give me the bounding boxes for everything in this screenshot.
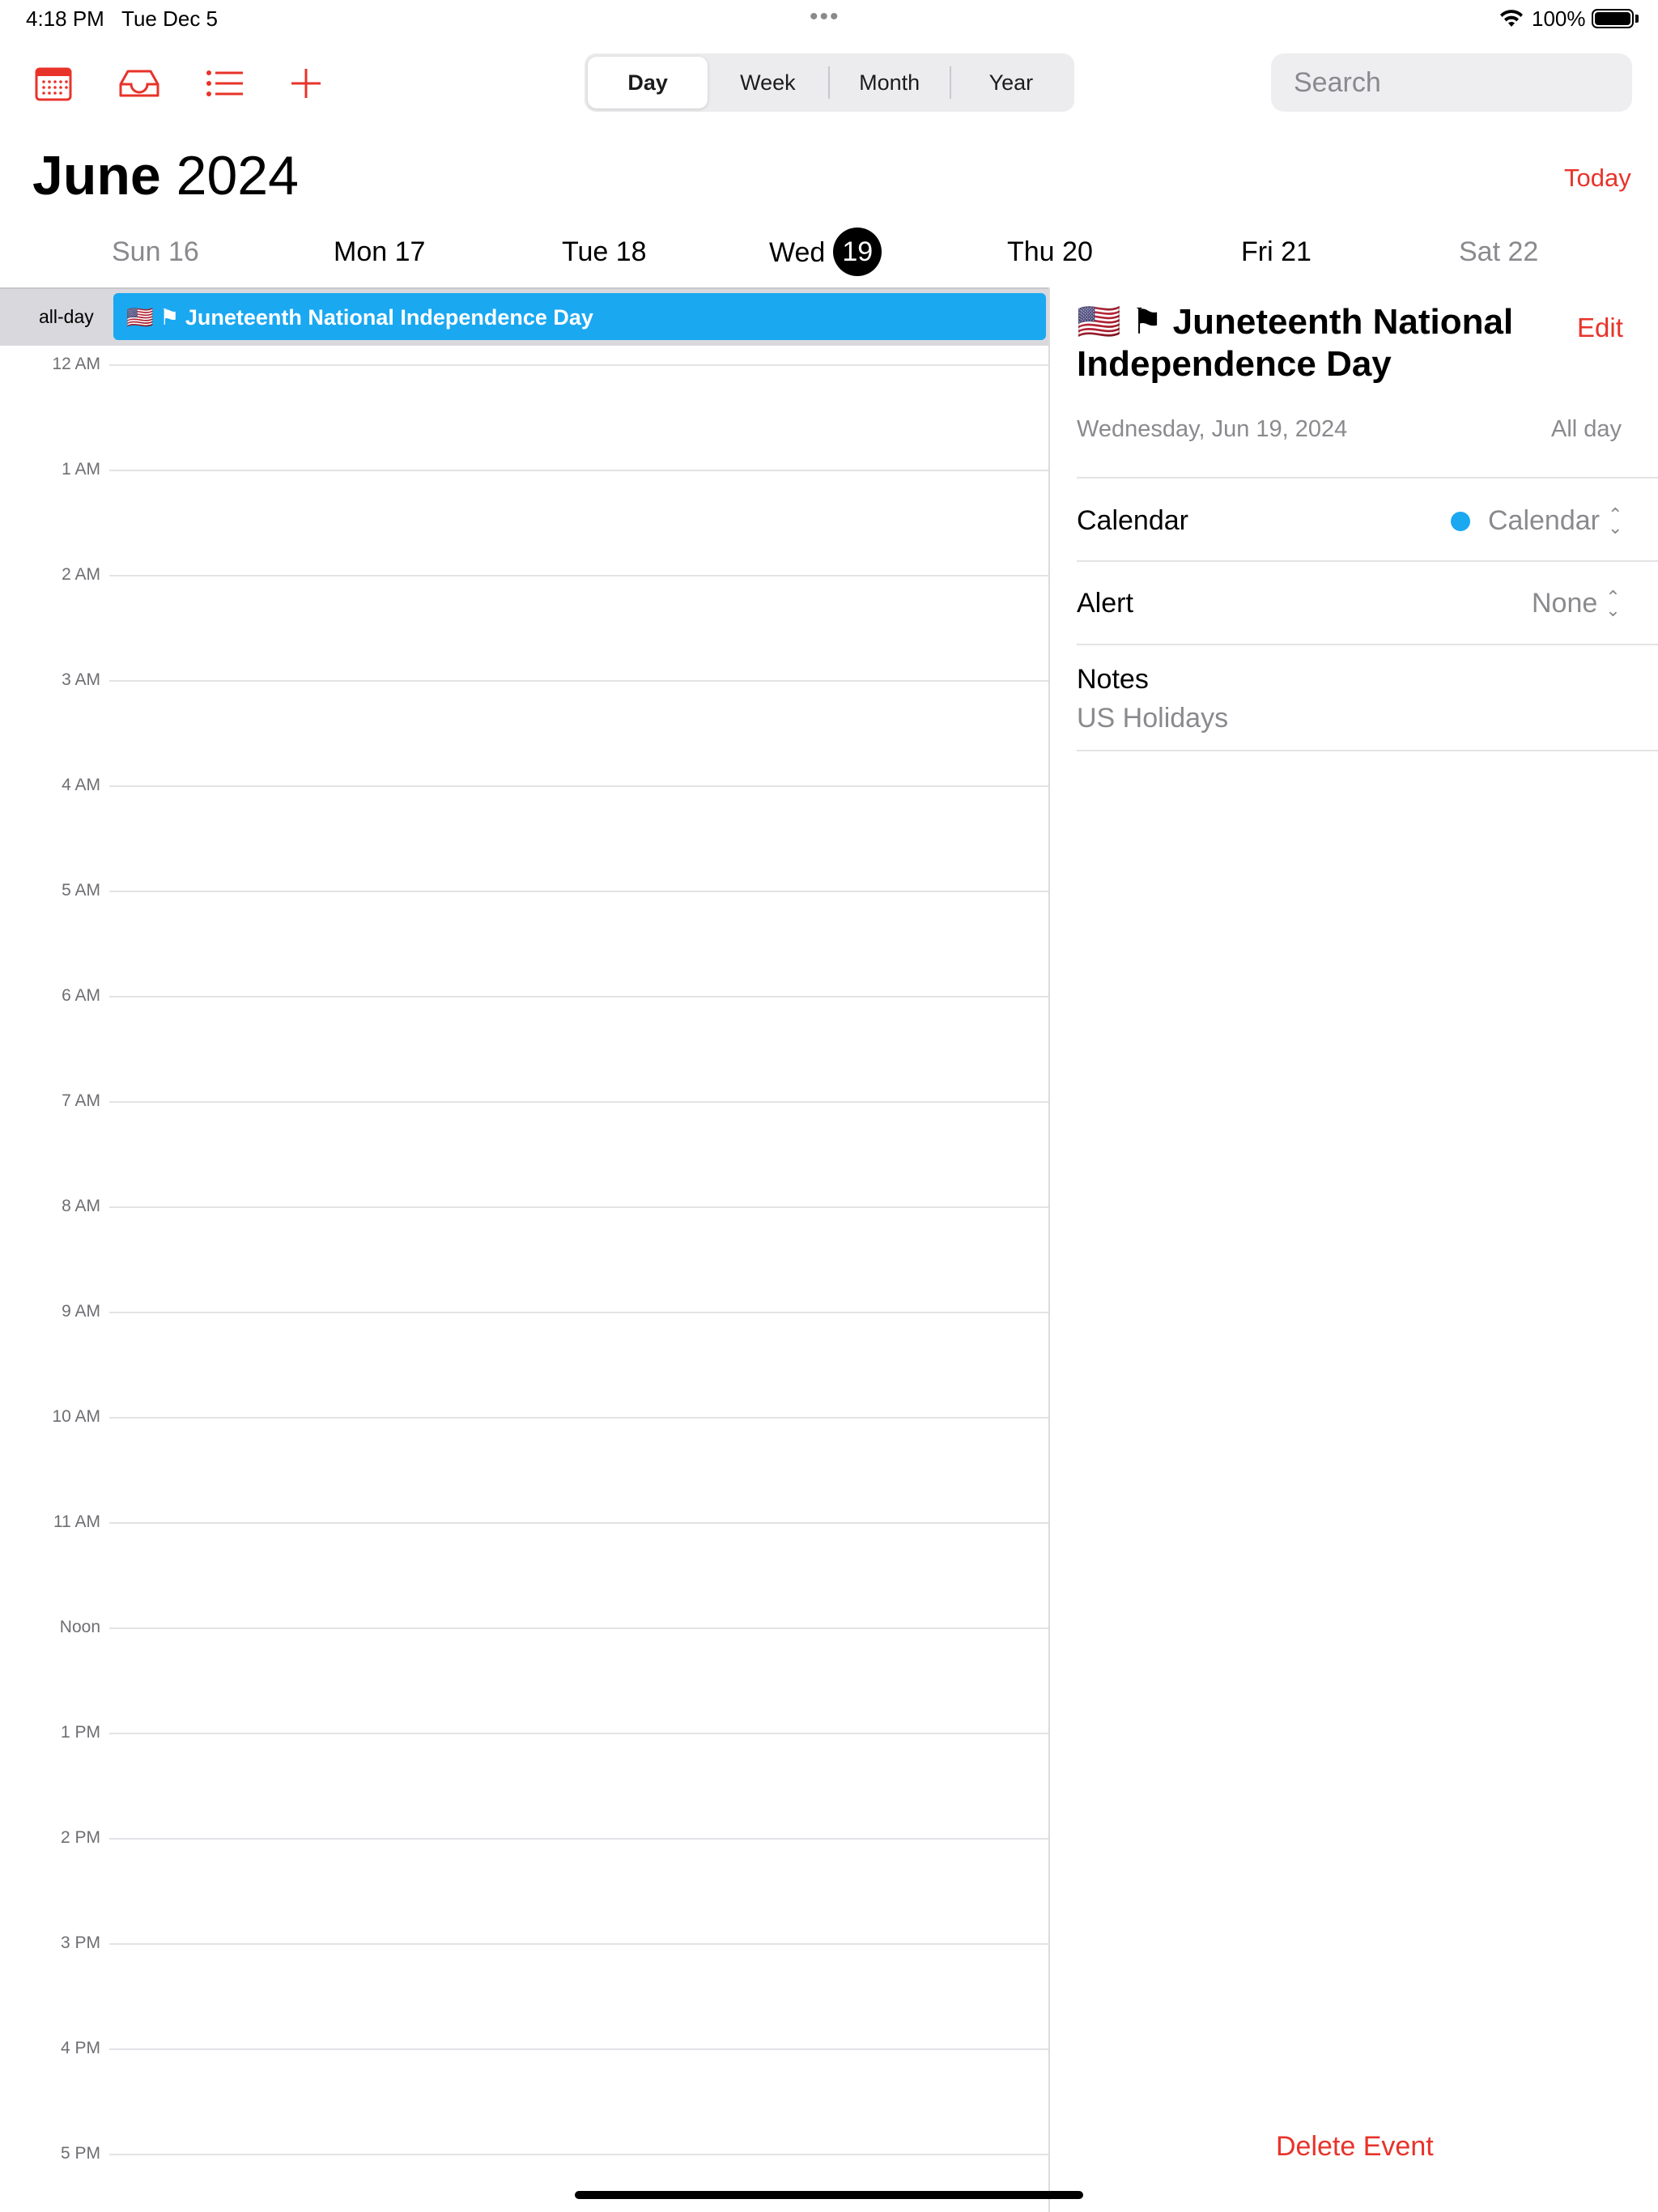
- hour-label: 1 AM: [62, 460, 100, 479]
- divider: [1077, 560, 1658, 562]
- today-button[interactable]: Today: [1564, 164, 1631, 193]
- inbox-button[interactable]: [117, 63, 162, 104]
- list-button[interactable]: [202, 63, 248, 104]
- hour-label: 8 AM: [62, 1197, 100, 1215]
- all-day-label: all-day: [39, 306, 94, 327]
- hour-label: 1 PM: [60, 1723, 100, 1742]
- hour-gridline: [109, 364, 1048, 366]
- search-field[interactable]: [1271, 53, 1652, 112]
- hour-label: 11 AM: [53, 1512, 100, 1531]
- hour-gridline: [109, 891, 1048, 892]
- battery-percent: 100%: [1532, 6, 1586, 31]
- hour-gridline: [109, 1627, 1048, 1629]
- pane-divider: [1048, 287, 1050, 2212]
- hour-label: 3 PM: [60, 1933, 100, 1952]
- hour-gridline: [109, 1206, 1048, 1208]
- hour-label: 12 AM: [52, 355, 100, 373]
- calendar-color-dot: [1451, 511, 1470, 531]
- hour-label: 10 AM: [52, 1407, 100, 1426]
- hour-gridline: [109, 680, 1048, 682]
- calendar-value: Calendar: [1488, 505, 1600, 536]
- divider: [1077, 477, 1658, 479]
- calendars-button[interactable]: [31, 63, 76, 104]
- hour-label: 7 AM: [62, 1091, 100, 1110]
- hour-label: 4 PM: [60, 2039, 100, 2057]
- divider: [1077, 750, 1658, 751]
- add-event-button[interactable]: [283, 63, 329, 104]
- hour-label: 2 PM: [60, 1828, 100, 1847]
- divider: [1077, 644, 1658, 645]
- battery-icon: [1592, 9, 1634, 28]
- juneteenth-event[interactable]: 🇺🇸 ⚑ Juneteenth National Independence Da…: [113, 293, 1046, 340]
- hour-gridline: [109, 996, 1048, 998]
- alert-value: None: [1532, 588, 1598, 619]
- chevron-up-down-icon: ⌃ ⌄: [1607, 504, 1623, 538]
- status-clock: 4:18 PM: [26, 6, 104, 31]
- calendar-row-label: Calendar: [1077, 505, 1188, 536]
- hour-gridline: [109, 1943, 1048, 1945]
- day-wed-label: Wed: [769, 236, 826, 268]
- battery-fill: [1595, 12, 1630, 25]
- month-name: June: [32, 145, 161, 206]
- status-time: 4:18 PM Tue Dec 5: [26, 6, 218, 32]
- inbox-icon: [119, 70, 159, 97]
- delete-event-button[interactable]: Delete Event: [1276, 2131, 1434, 2163]
- hour-gridline: [109, 1733, 1048, 1734]
- tab-week[interactable]: Week: [708, 57, 827, 108]
- hour-label: 6 AM: [62, 986, 100, 1005]
- hour-gridline: [109, 2048, 1048, 2050]
- calendar-picker[interactable]: Calendar ⌃ ⌄: [1451, 505, 1622, 537]
- plus-icon: [291, 69, 321, 98]
- multitasking-dots[interactable]: •••: [810, 3, 840, 31]
- hour-gridline: [109, 1101, 1048, 1103]
- notes-label: Notes: [1077, 664, 1149, 695]
- day-fri-21[interactable]: Fri 21: [1241, 236, 1312, 268]
- day-tue-18[interactable]: Tue 18: [562, 236, 647, 268]
- month-title: June 2024: [32, 144, 299, 207]
- chevron-up-down-icon: ⌃ ⌄: [1605, 586, 1621, 620]
- hour-label: 5 PM: [60, 2144, 100, 2163]
- notes-value[interactable]: US Holidays: [1077, 703, 1228, 734]
- hour-gridline: [109, 785, 1048, 787]
- wifi-icon: [1500, 10, 1523, 27]
- selected-date-badge: 19: [833, 228, 882, 276]
- edit-button[interactable]: Edit: [1577, 313, 1623, 343]
- tab-month[interactable]: Month: [830, 57, 950, 108]
- hour-gridline: [109, 1312, 1048, 1313]
- month-year: 2024: [176, 145, 299, 206]
- hour-gridline: [109, 1522, 1048, 1524]
- alert-row-label: Alert: [1077, 588, 1133, 619]
- event-date: Wednesday, Jun 19, 2024: [1077, 416, 1348, 442]
- hour-label: 3 AM: [62, 670, 100, 689]
- status-date: Tue Dec 5: [121, 6, 219, 31]
- event-all-day: All day: [1551, 416, 1622, 442]
- search-input[interactable]: [1294, 66, 1652, 99]
- day-mon-17[interactable]: Mon 17: [334, 236, 425, 268]
- hour-gridline: [109, 470, 1048, 471]
- event-title: 🇺🇸 ⚑ Juneteenth National Independence Da…: [1077, 302, 1514, 384]
- list-icon: [206, 70, 243, 96]
- view-switcher: Day Week Month Year: [585, 53, 1074, 112]
- hour-gridline: [109, 575, 1048, 576]
- battery-tip: [1635, 15, 1639, 23]
- hour-gridline: [109, 1417, 1048, 1419]
- day-thu-20[interactable]: Thu 20: [1007, 236, 1093, 268]
- day-sun-16[interactable]: Sun 16: [112, 236, 199, 268]
- tab-year[interactable]: Year: [951, 57, 1071, 108]
- hour-label: 4 AM: [62, 776, 100, 794]
- hour-gridline: [109, 2154, 1048, 2155]
- hour-label: 5 AM: [62, 881, 100, 900]
- day-sat-22[interactable]: Sat 22: [1459, 236, 1538, 268]
- hour-label: 2 AM: [62, 565, 100, 584]
- alert-picker[interactable]: None ⌃ ⌄: [1532, 588, 1621, 619]
- home-indicator[interactable]: [575, 2191, 1083, 2199]
- tab-day[interactable]: Day: [588, 57, 708, 108]
- hour-gridline: [109, 1838, 1048, 1840]
- hour-label: 9 AM: [62, 1302, 100, 1321]
- hour-label: Noon: [59, 1618, 100, 1636]
- calendar-icon: [35, 67, 72, 101]
- day-wed-19[interactable]: Wed 19: [769, 228, 882, 279]
